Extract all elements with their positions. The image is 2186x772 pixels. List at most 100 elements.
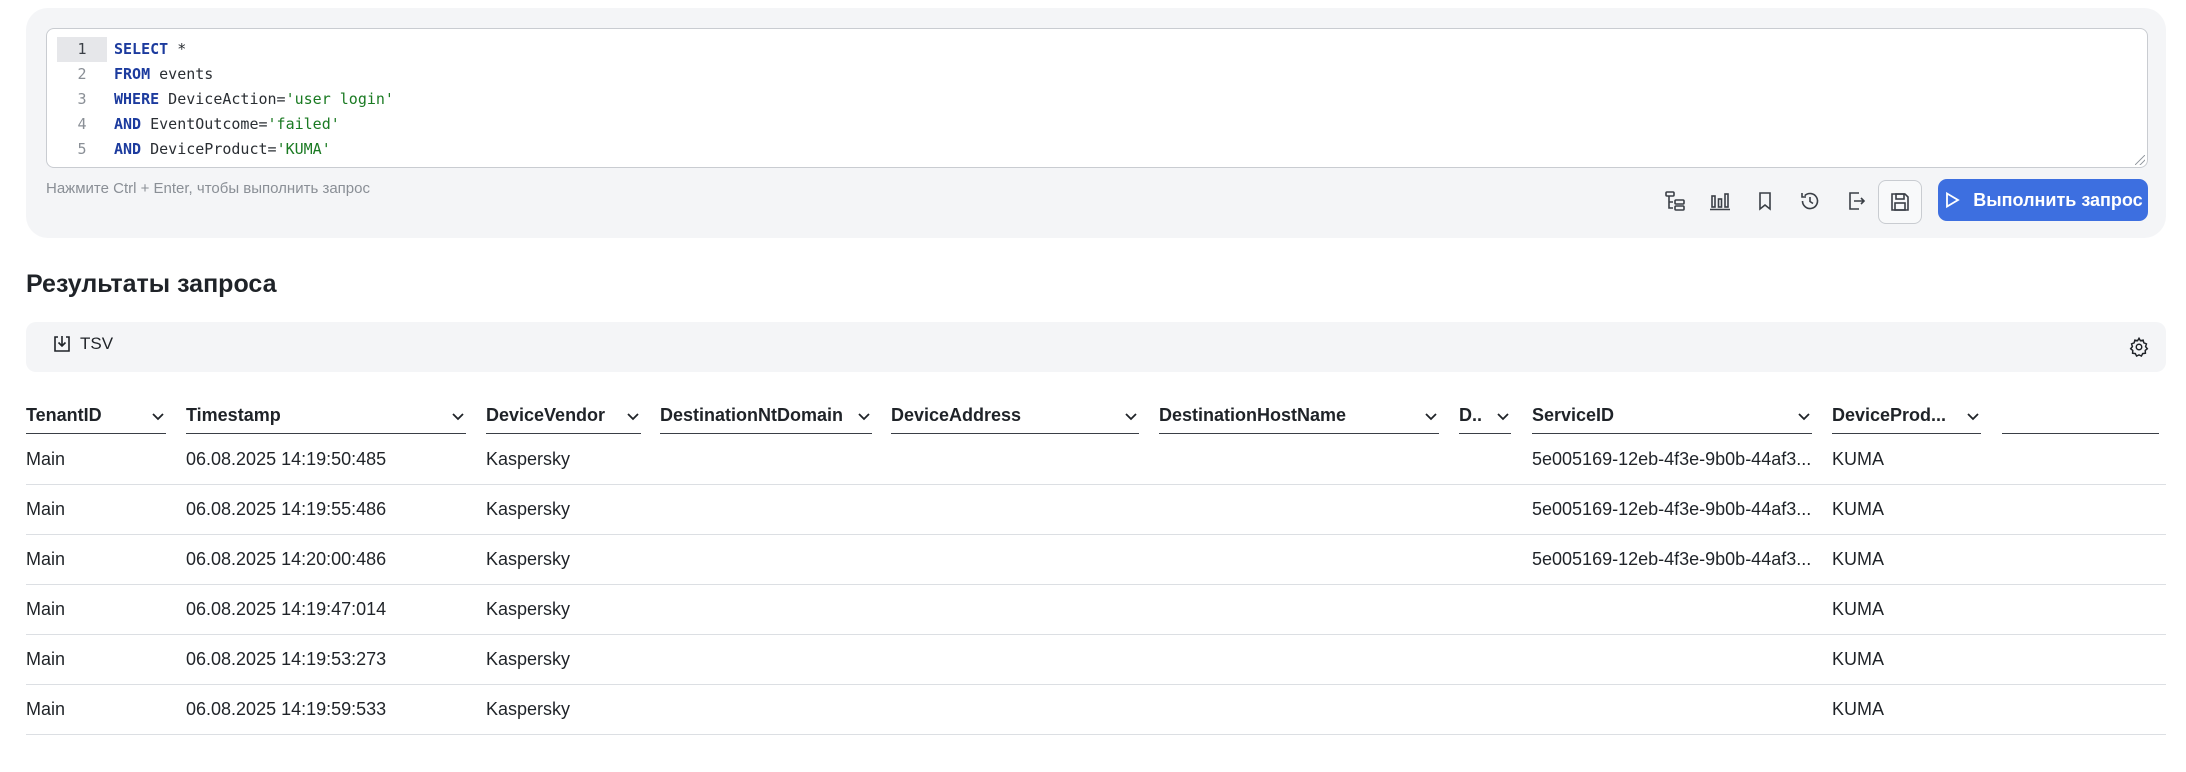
line-number: 5 bbox=[77, 140, 87, 158]
table-row[interactable]: Main 06.08.2025 14:19:59:533 Kaspersky KUMA bbox=[26, 684, 2166, 735]
code-token: 'user login' bbox=[285, 90, 394, 108]
tree-view-button[interactable] bbox=[1654, 180, 1696, 222]
history-icon bbox=[1801, 192, 1819, 210]
save-icon bbox=[1891, 193, 1909, 211]
table-cell: 5e005169-12eb-4f3e-9b0b-44af3... bbox=[1532, 499, 1812, 519]
export-tsv-button[interactable]: TSV bbox=[52, 334, 113, 354]
code-token: 'KUMA' bbox=[276, 140, 331, 158]
table-cell: KUMA bbox=[1832, 599, 1885, 619]
export-icon bbox=[1849, 192, 1866, 210]
column-header-label: DestinationHostName bbox=[1159, 405, 1347, 425]
save-query-button[interactable] bbox=[1878, 180, 1922, 224]
run-query-button[interactable]: Выполнить запрос bbox=[1938, 179, 2148, 221]
column-header[interactable]: DestinationHostName bbox=[1159, 398, 1439, 434]
column-header-label: DeviceVendor bbox=[486, 405, 606, 425]
table-cell bbox=[2002, 584, 2159, 634]
chevron-down-icon[interactable] bbox=[450, 408, 466, 424]
column-header[interactable]: TenantID bbox=[26, 398, 166, 434]
table-cell bbox=[2002, 434, 2159, 484]
table-cell bbox=[660, 484, 872, 534]
query-panel: 12345 SELECT * FROM events WHERE DeviceAct… bbox=[26, 8, 2166, 238]
tree-icon bbox=[1665, 191, 1685, 211]
column-header[interactable]: DeviceProd... bbox=[1832, 398, 1981, 434]
code-token: events bbox=[150, 65, 214, 83]
column-header-label: DestinationNtDomain bbox=[660, 405, 844, 425]
code-line: FROM events bbox=[114, 62, 394, 87]
query-editor[interactable]: 12345 SELECT * FROM events WHERE DeviceAct… bbox=[46, 28, 2148, 168]
column-header[interactable]: D.. bbox=[1459, 398, 1511, 434]
line-number: 3 bbox=[77, 90, 87, 108]
table-cell: Kaspersky bbox=[486, 549, 571, 569]
chevron-down-icon[interactable] bbox=[856, 408, 872, 424]
line-number: 1 bbox=[57, 37, 107, 62]
code-line: SELECT * bbox=[114, 37, 394, 62]
code-line: WHERE DeviceAction='user login' bbox=[114, 87, 394, 112]
chevron-down-icon[interactable] bbox=[1495, 408, 1511, 424]
column-header[interactable] bbox=[2002, 398, 2159, 434]
table-cell bbox=[891, 584, 1139, 634]
table-cell: KUMA bbox=[1832, 499, 1885, 519]
column-header[interactable]: DestinationNtDomain bbox=[660, 398, 872, 434]
line-number: 4 bbox=[77, 115, 87, 133]
results-title: Результаты запроса bbox=[26, 270, 277, 298]
table-cell bbox=[891, 684, 1139, 734]
resize-handle[interactable] bbox=[2135, 155, 2145, 165]
table-cell: Kaspersky bbox=[486, 699, 571, 719]
table-cell: 06.08.2025 14:19:59:533 bbox=[186, 699, 387, 719]
column-header-label: Timestamp bbox=[186, 405, 281, 425]
chevron-down-icon[interactable] bbox=[625, 408, 641, 424]
column-header-label: DeviceProd... bbox=[1832, 405, 1947, 425]
table-cell bbox=[1459, 684, 1511, 734]
table-toolbar: TSV bbox=[26, 322, 2166, 372]
table-cell bbox=[2002, 634, 2159, 684]
query-code[interactable]: SELECT * FROM events WHERE DeviceAction='u… bbox=[114, 37, 394, 162]
table-cell: Main bbox=[26, 599, 66, 619]
table-cell: 06.08.2025 14:20:00:486 bbox=[186, 549, 387, 569]
column-header-label: TenantID bbox=[26, 405, 102, 425]
table-cell bbox=[2002, 484, 2159, 534]
code-token: WHERE bbox=[114, 90, 160, 108]
table-cell: Main bbox=[26, 649, 66, 669]
code-token: AND bbox=[114, 115, 142, 133]
column-header[interactable]: ServiceID bbox=[1532, 398, 1812, 434]
code-line: AND DeviceProduct='KUMA' bbox=[114, 137, 394, 162]
table-cell bbox=[2002, 534, 2159, 584]
chevron-down-icon[interactable] bbox=[150, 408, 166, 424]
table-cell bbox=[660, 434, 872, 484]
table-row[interactable]: Main 06.08.2025 14:19:55:486 Kaspersky 5e00… bbox=[26, 484, 2166, 535]
run-hint: Нажмите Ctrl + Enter, чтобы выполнить за… bbox=[46, 180, 370, 197]
column-header[interactable]: Timestamp bbox=[186, 398, 466, 434]
bookmark-button[interactable] bbox=[1744, 180, 1786, 222]
table-cell bbox=[891, 484, 1139, 534]
column-header[interactable]: DeviceAddress bbox=[891, 398, 1139, 434]
code-token: FROM bbox=[114, 65, 151, 83]
chevron-down-icon[interactable] bbox=[1123, 408, 1139, 424]
column-header-label: ServiceID bbox=[1532, 405, 1615, 425]
chart-button[interactable] bbox=[1699, 180, 1741, 222]
table-cell: Kaspersky bbox=[486, 449, 571, 469]
chevron-down-icon[interactable] bbox=[1423, 408, 1439, 424]
table-cell bbox=[891, 534, 1139, 584]
table-row[interactable]: Main 06.08.2025 14:19:53:273 Kaspersky KUMA bbox=[26, 634, 2166, 685]
table-cell: 5e005169-12eb-4f3e-9b0b-44af3... bbox=[1532, 549, 1812, 569]
table-settings-button[interactable] bbox=[2128, 336, 2150, 363]
code-token: 'failed' bbox=[267, 115, 340, 133]
chevron-down-icon[interactable] bbox=[1965, 408, 1981, 424]
table-row[interactable]: Main 06.08.2025 14:19:47:014 Kaspersky KUMA bbox=[26, 584, 2166, 635]
table-cell: Main bbox=[26, 699, 66, 719]
column-header-label: D.. bbox=[1459, 405, 1483, 425]
table-cell bbox=[1532, 634, 1812, 684]
table-cell: Main bbox=[26, 449, 66, 469]
table-cell bbox=[660, 634, 872, 684]
table-row[interactable]: Main 06.08.2025 14:19:50:485 Kaspersky 5e00… bbox=[26, 434, 2166, 485]
column-header[interactable]: DeviceVendor bbox=[486, 398, 641, 434]
chevron-down-icon[interactable] bbox=[1796, 408, 1812, 424]
table-cell: 5e005169-12eb-4f3e-9b0b-44af3... bbox=[1532, 449, 1812, 469]
export-button[interactable] bbox=[1834, 180, 1876, 222]
table-cell bbox=[1459, 484, 1511, 534]
table-cell bbox=[891, 634, 1139, 684]
line-number: 2 bbox=[77, 65, 87, 83]
history-button[interactable] bbox=[1789, 180, 1831, 222]
table-row[interactable]: Main 06.08.2025 14:20:00:486 Kaspersky 5e00… bbox=[26, 534, 2166, 585]
table-cell: 06.08.2025 14:19:55:486 bbox=[186, 499, 387, 519]
